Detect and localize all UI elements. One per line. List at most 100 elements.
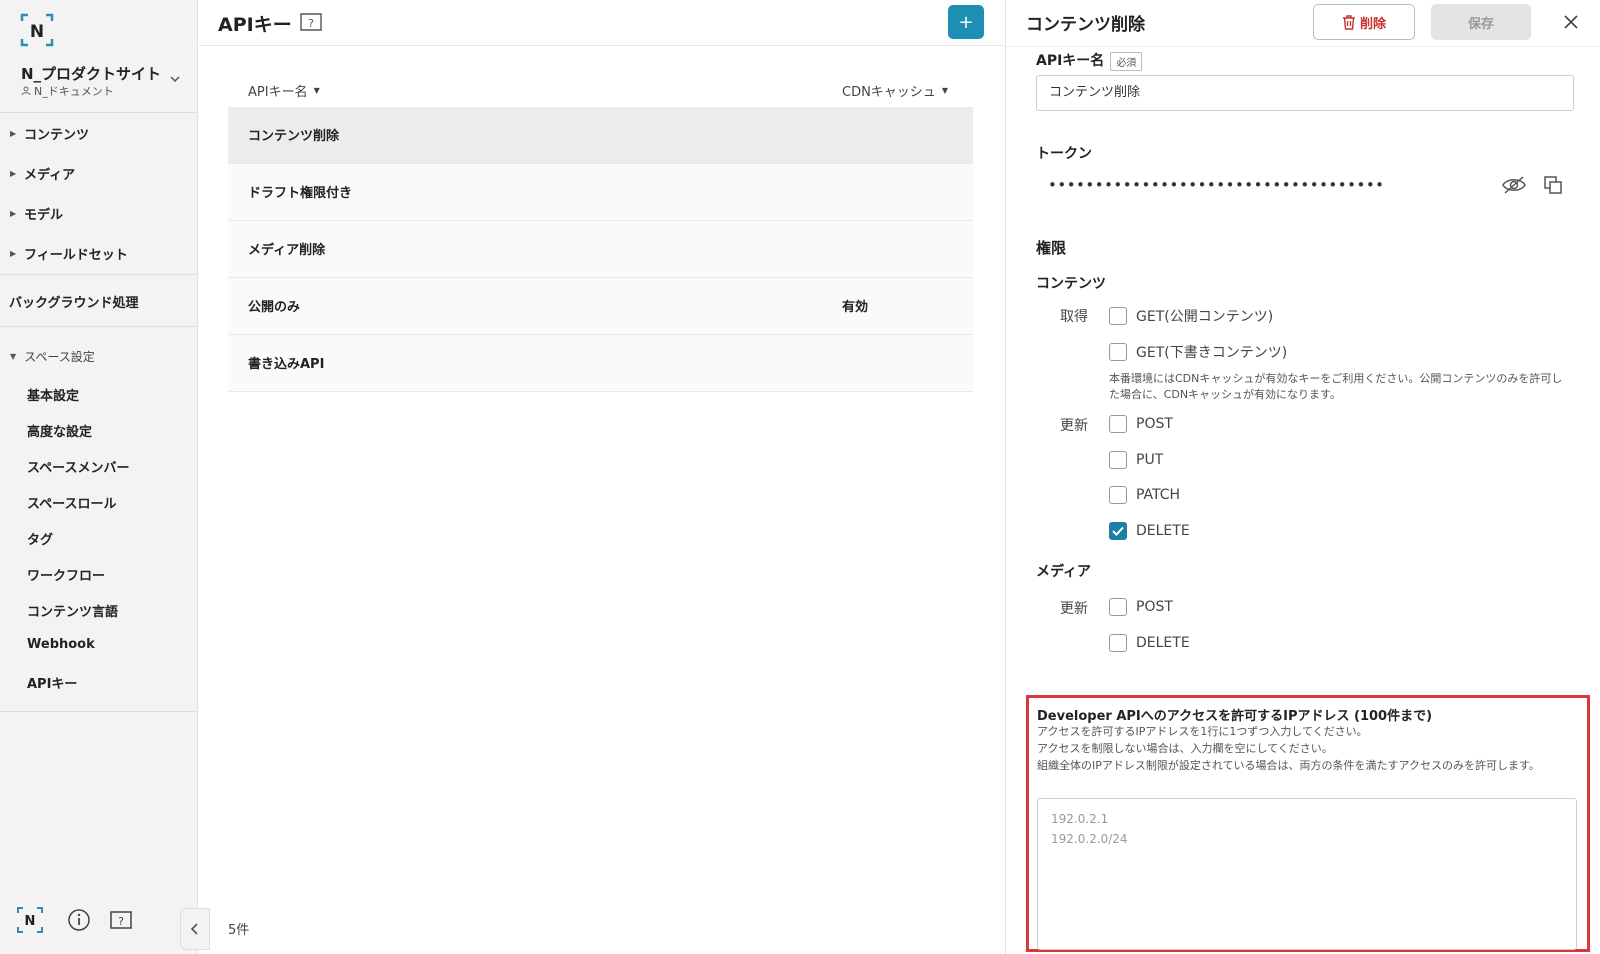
checkbox-media-post[interactable]: POST	[1109, 598, 1173, 616]
ip-desc-line: 組織全体のIPアドレス制限が設定されている場合は、両方の条件を満たすアクセスのみ…	[1037, 759, 1540, 772]
column-header-name[interactable]: APIキー名 ▼	[248, 81, 320, 100]
name-field-label: APIキー名 必須	[1036, 50, 1143, 71]
ip-desc-line: アクセスを許可するIPアドレスを1行に1つずつ入力してください。	[1037, 725, 1368, 738]
checkbox-content-post[interactable]: POST	[1109, 415, 1173, 433]
table-row[interactable]: メディア削除	[228, 221, 973, 278]
divider	[0, 326, 198, 327]
api-key-detail-panel: コンテンツ削除 削除 保存 APIキー名 必須 コンテンツ削除 トークン ••••…	[1005, 0, 1600, 954]
sidebar-item-advanced[interactable]: 高度な設定	[27, 421, 92, 440]
sort-down-icon: ▼	[941, 86, 948, 95]
checkbox-get-draft[interactable]: GET(下書きコンテンツ)	[1109, 342, 1287, 362]
checkbox-label: GET(下書きコンテンツ)	[1136, 345, 1288, 361]
chevron-left-icon	[190, 923, 198, 935]
close-icon[interactable]	[1561, 12, 1581, 32]
api-key-list: コンテンツ削除 ドラフト権限付き メディア削除 公開のみ 有効 書き込みAPI	[228, 107, 973, 392]
sidebar-item-basic[interactable]: 基本設定	[27, 385, 79, 404]
info-icon[interactable]	[66, 907, 92, 933]
table-row[interactable]: コンテンツ削除	[228, 107, 973, 164]
checkbox-label: GET(公開コンテンツ)	[1136, 309, 1274, 325]
sidebar-footer: N ?	[0, 885, 198, 954]
trash-icon	[1342, 14, 1355, 30]
sidebar-section-settings[interactable]: ▼ スペース設定	[10, 348, 95, 365]
table-row[interactable]: 書き込みAPI	[228, 335, 973, 392]
row-name: コンテンツ削除	[248, 129, 340, 144]
sidebar-item-api-keys[interactable]: APIキー	[27, 673, 77, 692]
sidebar-item-background[interactable]: バックグラウンド処理	[9, 292, 138, 311]
home-logo-icon[interactable]: N	[17, 907, 43, 933]
sidebar-item-languages[interactable]: コンテンツ言語	[27, 601, 118, 620]
cdn-note: 本番環境にはCDNキャッシュが有効なキーをご利用ください。公開コンテンツのみを許…	[1109, 372, 1563, 401]
chevron-down-icon[interactable]	[169, 73, 181, 85]
copy-icon[interactable]	[1543, 175, 1563, 195]
permissions-heading: 権限	[1036, 239, 1067, 257]
table-row[interactable]: 公開のみ 有効	[228, 278, 973, 335]
sidebar-item-fieldset[interactable]: ▶ フィールドセット	[10, 244, 128, 263]
help-book-icon[interactable]: ?	[108, 907, 134, 933]
divider	[0, 274, 198, 275]
delete-button[interactable]: 削除	[1313, 4, 1415, 40]
collapse-sidebar-button[interactable]	[180, 908, 210, 950]
column-header-cdn[interactable]: CDNキャッシュ ▼	[842, 81, 948, 100]
sidebar-item-roles[interactable]: スペースロール	[27, 493, 116, 512]
sidebar-item-media[interactable]: ▶ メディア	[10, 164, 75, 183]
checkbox-label: POST	[1136, 599, 1173, 615]
checkbox-box	[1109, 307, 1127, 325]
ip-desc-line: アクセスを制限しない場合は、入力欄を空にしてください。	[1037, 742, 1333, 755]
checkbox-box	[1109, 415, 1127, 433]
column-header-label: APIキー名	[248, 85, 308, 100]
row-cdn: 有効	[842, 300, 869, 315]
divider	[0, 711, 198, 712]
space-name[interactable]: N_プロダクトサイト	[21, 63, 161, 84]
ip-address-textarea[interactable]: 192.0.2.1 192.0.2.0/24	[1037, 798, 1577, 950]
list-header: APIキー ? +	[199, 0, 1005, 46]
caret-right-icon: ▶	[10, 169, 17, 178]
sidebar-item-model[interactable]: ▶ モデル	[10, 204, 63, 223]
svg-text:N: N	[25, 914, 36, 929]
panel-title: コンテンツ削除	[1026, 15, 1145, 35]
checkbox-content-patch[interactable]: PATCH	[1109, 486, 1180, 504]
checkbox-content-put[interactable]: PUT	[1109, 451, 1163, 469]
api-key-name-input[interactable]: コンテンツ削除	[1036, 75, 1574, 111]
ip-restriction-section: Developer APIへのアクセスを許可するIPアドレス (100件まで) …	[1026, 695, 1590, 952]
sidebar-section-label: スペース設定	[24, 350, 95, 364]
caret-right-icon: ▶	[10, 209, 17, 218]
caret-right-icon: ▶	[10, 249, 17, 258]
sidebar-item-content[interactable]: ▶ コンテンツ	[10, 124, 89, 143]
sidebar-item-members[interactable]: スペースメンバー	[27, 457, 129, 476]
update-group-label: 更新	[1060, 418, 1088, 434]
space-logo-icon[interactable]: N	[20, 13, 54, 47]
table-row[interactable]: ドラフト権限付き	[228, 164, 973, 221]
save-button[interactable]: 保存	[1431, 4, 1531, 40]
checkbox-box	[1109, 486, 1127, 504]
token-label: トークン	[1036, 146, 1092, 162]
eye-off-icon[interactable]	[1501, 174, 1527, 196]
ip-restriction-description: アクセスを許可するIPアドレスを1行に1つずつ入力してください。 アクセスを制限…	[1037, 723, 1575, 774]
row-name: ドラフト権限付き	[248, 186, 353, 201]
sidebar-item-webhook[interactable]: Webhook	[27, 637, 95, 652]
delete-button-label: 削除	[1359, 16, 1386, 32]
checkbox-content-delete[interactable]: DELETE	[1109, 522, 1190, 540]
checkbox-box	[1109, 343, 1127, 361]
help-icon[interactable]: ?	[300, 12, 322, 32]
checkbox-label: PUT	[1136, 452, 1164, 468]
caret-right-icon: ▶	[10, 129, 17, 138]
placeholder-line: 192.0.2.1	[1051, 812, 1109, 826]
space-org: N_ドキュメント	[21, 83, 114, 99]
sidebar: N N_プロダクトサイト N_ドキュメント ▶ コンテンツ ▶ メディア ▶ モデル …	[0, 0, 198, 954]
ip-restriction-title: Developer APIへのアクセスを許可するIPアドレス (100件まで)	[1037, 709, 1433, 724]
add-api-key-button[interactable]: +	[948, 5, 984, 39]
sidebar-item-label: モデル	[24, 208, 64, 223]
required-badge: 必須	[1110, 51, 1143, 71]
svg-text:?: ?	[118, 915, 124, 928]
sidebar-item-tags[interactable]: タグ	[27, 529, 53, 548]
name-label-text: APIキー名	[1036, 53, 1105, 69]
caret-down-icon: ▼	[10, 352, 17, 361]
checkbox-label: DELETE	[1136, 635, 1190, 651]
api-key-list-pane: APIキー ? + APIキー名 ▼ CDNキャッシュ ▼ コンテンツ削除 ドラフト…	[199, 0, 1005, 954]
sidebar-item-workflow[interactable]: ワークフロー	[27, 565, 105, 584]
checkbox-media-delete[interactable]: DELETE	[1109, 634, 1190, 652]
space-org-label: N_ドキュメント	[34, 85, 114, 98]
checkbox-label: DELETE	[1136, 523, 1190, 539]
checkbox-get-public[interactable]: GET(公開コンテンツ)	[1109, 306, 1273, 326]
checkbox-box	[1109, 451, 1127, 469]
